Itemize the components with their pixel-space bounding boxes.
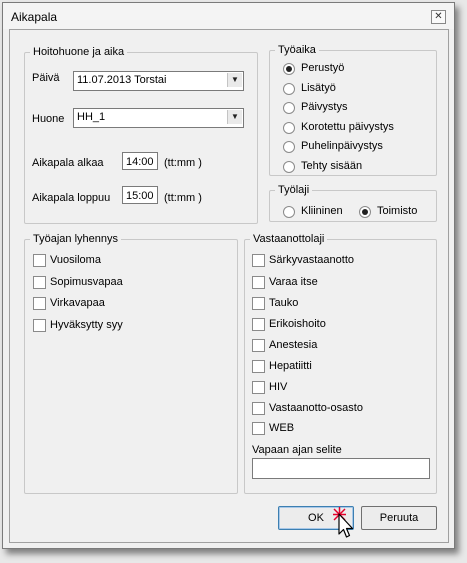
- cancel-button[interactable]: Peruuta: [361, 506, 437, 530]
- radio-icon: [283, 63, 295, 75]
- end-label: Aikapala loppuu: [32, 192, 111, 204]
- dialog-window: Aikapala ✕ Hoitohuone ja aika Päivä 11.0…: [2, 2, 455, 549]
- end-format-hint: (tt:mm ): [164, 192, 202, 204]
- checkbox-icon: [252, 276, 265, 289]
- end-time-input[interactable]: 15:00: [122, 186, 158, 204]
- checkbox-icon: [252, 360, 265, 373]
- worktime-option-label: Puhelinpäivystys: [301, 140, 383, 152]
- room-select[interactable]: HH_1 ▼: [73, 108, 244, 128]
- chevron-down-icon[interactable]: ▼: [227, 110, 242, 124]
- worktime-option-label: Tehty sisään: [301, 160, 363, 172]
- radio-icon: [283, 161, 295, 173]
- reception-item-label: Varaa itse: [269, 276, 318, 288]
- checkbox-icon: [33, 297, 46, 310]
- radio-icon: [283, 83, 295, 95]
- reduction-group-legend: Työajan lyhennys: [33, 233, 118, 245]
- radio-icon: [283, 102, 295, 114]
- free-time-label: Vapaan ajan selite: [252, 444, 342, 456]
- start-label: Aikapala alkaa: [32, 157, 104, 169]
- close-icon: ✕: [434, 11, 443, 22]
- chevron-down-icon[interactable]: ▼: [227, 73, 242, 87]
- worktype-group-legend: Työlaji: [278, 184, 310, 196]
- checkbox-icon: [252, 318, 265, 331]
- checkbox-icon: [252, 254, 265, 267]
- day-select[interactable]: 11.07.2013 Torstai ▼: [73, 71, 244, 91]
- reception-group-legend: Vastaanottolaji: [253, 233, 325, 245]
- checkbox-icon: [252, 297, 265, 310]
- worktype-option-label: Kliininen: [301, 205, 343, 217]
- checkbox-icon: [252, 402, 265, 415]
- reduction-item-label: Vuosiloma: [50, 254, 101, 266]
- reception-item-label: Vastaanotto-osasto: [269, 402, 363, 414]
- reception-item-label: Hepatiitti: [269, 360, 312, 372]
- reduction-group: Työajan lyhennys: [24, 233, 238, 494]
- room-select-value: HH_1: [77, 111, 106, 123]
- radio-icon: [359, 206, 371, 218]
- reduction-item-label: Virkavapaa: [50, 297, 105, 309]
- dialog-content: Hoitohuone ja aika Päivä 11.07.2013 Tors…: [9, 29, 449, 543]
- start-format-hint: (tt:mm ): [164, 157, 202, 169]
- schedule-group-legend: Hoitohuone ja aika: [33, 46, 125, 58]
- reduction-item-label: Hyväksytty syy: [50, 319, 123, 331]
- checkbox-icon: [252, 381, 265, 394]
- title-bar: Aikapala ✕: [3, 3, 454, 29]
- worktime-option-label: Päivystys: [301, 101, 348, 113]
- free-time-input[interactable]: [252, 458, 430, 479]
- worktype-option-label: Toimisto: [377, 205, 418, 217]
- reception-item-label: Särkyvastaanotto: [269, 254, 354, 266]
- reception-item-label: HIV: [269, 381, 288, 393]
- worktime-option-label: Korotettu päivystys: [301, 121, 394, 133]
- close-button[interactable]: ✕: [431, 10, 446, 24]
- start-time-input[interactable]: 14:00: [122, 152, 158, 170]
- day-label: Päivä: [32, 72, 60, 84]
- radio-icon: [283, 122, 295, 134]
- room-label: Huone: [32, 113, 65, 125]
- reception-item-label: Tauko: [269, 297, 299, 309]
- worktime-option-label: Lisätyö: [301, 82, 336, 94]
- checkbox-icon: [33, 319, 46, 332]
- reception-item-label: Anestesia: [269, 339, 318, 351]
- reception-item-label: Erikoishoito: [269, 318, 326, 330]
- checkbox-icon: [33, 276, 46, 289]
- checkbox-icon: [33, 254, 46, 267]
- worktime-group-legend: Työaika: [278, 44, 316, 56]
- radio-icon: [283, 141, 295, 153]
- worktime-option-label: Perustyö: [301, 62, 345, 74]
- day-select-value: 11.07.2013 Torstai: [77, 74, 167, 86]
- checkbox-icon: [252, 339, 265, 352]
- reception-item-label: WEB: [269, 422, 295, 434]
- window-title: Aikapala: [11, 10, 58, 24]
- mouse-pointer-icon: [333, 507, 354, 538]
- reduction-item-label: Sopimusvapaa: [50, 276, 123, 288]
- radio-icon: [283, 206, 295, 218]
- checkbox-icon: [252, 422, 265, 435]
